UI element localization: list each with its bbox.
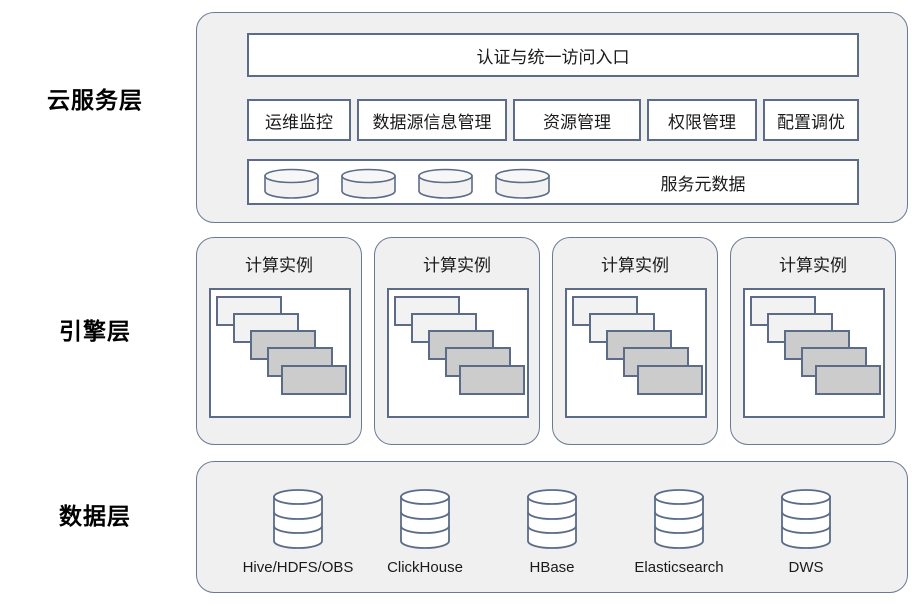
service-module-ops-monitoring: 运维监控 [247, 99, 351, 141]
layer-label-data: 数据层 [59, 503, 131, 529]
service-module-config-tuning: 配置调优 [763, 99, 859, 141]
task-block [637, 365, 703, 395]
data-store-item: HBase [493, 488, 611, 576]
compute-instance-title: 计算实例 [601, 256, 669, 276]
auth-portal-box: 认证与统一访问入口 [247, 33, 859, 77]
data-store-label: ClickHouse [387, 559, 463, 576]
database-cylinder-icon [273, 489, 323, 549]
compute-instance-title: 计算实例 [779, 256, 847, 276]
database-cylinder-icon [654, 489, 704, 549]
layer-label-engine: 引擎层 [59, 318, 131, 344]
data-store-item: ClickHouse [366, 488, 484, 576]
service-metadata-bar: 服务元数据 [247, 159, 859, 205]
compute-instance-panel [387, 288, 529, 418]
compute-instance-title: 计算实例 [245, 256, 313, 276]
service-module-datasource-management: 数据源信息管理 [357, 99, 507, 141]
cloud-service-layer-container: 认证与统一访问入口 运维监控 数据源信息管理 资源管理 权限管理 配置调优 服务… [196, 12, 908, 223]
data-store-group: Hive/HDFS/OBS ClickHouse HBase Elasticse… [239, 488, 865, 576]
data-store-label: Hive/HDFS/OBS [242, 559, 354, 576]
service-metadata-label: 服务元数据 [660, 174, 746, 195]
data-store-item: DWS [747, 488, 865, 576]
data-store-item: Elasticsearch [620, 488, 738, 576]
task-block [281, 365, 347, 395]
database-cylinder-icon [781, 489, 831, 549]
data-store-label: HBase [529, 559, 575, 576]
compute-instance-card: 计算实例 [552, 237, 718, 445]
compute-instance-title: 计算实例 [423, 256, 491, 276]
data-layer-container: Hive/HDFS/OBS ClickHouse HBase Elasticse… [196, 461, 908, 593]
compute-instance-card: 计算实例 [374, 237, 540, 445]
architecture-diagram: 云服务层 引擎层 数据层 认证与统一访问入口 运维监控 数据源信息管理 资源管理… [0, 0, 924, 606]
service-module-resource-management: 资源管理 [513, 99, 641, 141]
task-block [459, 365, 525, 395]
data-store-label: DWS [788, 559, 824, 576]
compute-instance-card: 计算实例 [196, 237, 362, 445]
compute-instance-panel [209, 288, 351, 418]
compute-instance-panel [743, 288, 885, 418]
service-module-permission-management: 权限管理 [647, 99, 757, 141]
layer-label-cloud: 云服务层 [47, 87, 143, 113]
database-cylinder-icon [400, 489, 450, 549]
compute-instance-card: 计算实例 [730, 237, 896, 445]
database-cylinder-icon [527, 489, 577, 549]
compute-instance-panel [565, 288, 707, 418]
data-store-label: Elasticsearch [634, 559, 724, 576]
task-block [815, 365, 881, 395]
data-store-item: Hive/HDFS/OBS [239, 488, 357, 576]
